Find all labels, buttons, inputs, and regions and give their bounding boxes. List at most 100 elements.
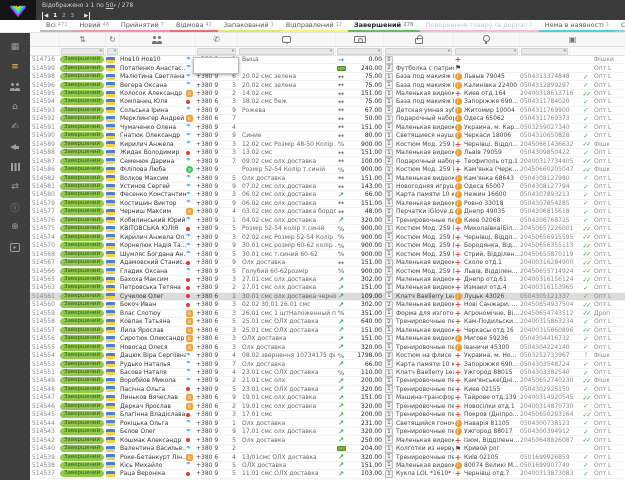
table-row[interactable]: 514537 Завершений Раца Вероніка +380 9 5… [30,470,625,478]
globe-nav[interactable]: ⊕ [6,219,24,235]
customers-nav[interactable] [6,79,24,95]
table-row[interactable]: 514539 Завершений Роке-Бетанкурт Лін... … [30,453,625,461]
table-row[interactable]: 514592 Завершений Мерклингер Андрей lc +… [30,115,625,123]
integrations-nav[interactable]: ⇄ [6,179,24,195]
table-row[interactable]: 514716 Завершений Нов10 Нов10 * +380 9 2… [30,56,625,64]
table-row[interactable]: 514591 Завершений Чумаченко Олена * +380… [30,124,625,132]
table-row[interactable]: 514544 Завершений Рокіцька Ольга * +380 … [30,419,625,427]
source-icon [186,413,190,417]
source-column-header[interactable]: ↻ [106,33,120,46]
table-row[interactable]: 514596 Завершений Вегера Оксана * +380 9… [30,81,625,89]
table-row[interactable]: 514556 Завершений Сиротюк Олександр lc +… [30,335,625,343]
table-row[interactable]: 514551 Завершений Басова Наталя * +380 9… [30,369,625,377]
table-row[interactable]: 514588 Завершений Жидак Володимир +380 9… [30,149,625,157]
paid-check-icon: ✓✓ [583,377,590,385]
table-row[interactable]: 514566 Завершений Гладик Оксана * +380 9… [30,267,625,275]
payment-filter[interactable]: ▾ [337,48,382,55]
tab-нема-в-наявності[interactable]: Нема в наявності1 [539,20,615,32]
table-row[interactable]: 514575 Завершений КВІТОВСЬКА ЮЛІЯ +380 9… [30,225,625,233]
table-row[interactable]: 514598 Завершений Малютина Светлана * +3… [30,73,625,81]
table-row[interactable]: 514577 Завершений Черниш Максим lc +380 … [30,208,625,216]
tab-новий[interactable]: Новий48 [73,20,115,32]
comment-filter[interactable]: ▾ [239,48,334,55]
table-row[interactable]: 514565 Завершений Бахоха Максим +380 9 3… [30,276,625,284]
table-row[interactable]: 514547 Завершений Линьков Вячеслав lc +3… [30,394,625,402]
table-row[interactable]: 514599 Завершений Потапенко Анастас... *… [30,64,625,72]
dashboard-nav[interactable]: ▦ [6,39,24,55]
table-row[interactable]: 514561 Завершений Сучилов Олег +380 6 1 … [30,293,625,301]
table-row[interactable]: 514570 Завершений Корнелюк Надія Та... *… [30,242,625,250]
tab-відправлений[interactable]: Відправлений12 [280,20,348,32]
tab-прийнятий[interactable]: Прийнятий7 [115,20,170,32]
table-row[interactable]: 514546 Завершений Деркач Ярослав lc +380… [30,403,625,411]
video-nav[interactable]: ▸ [6,239,24,255]
table-row[interactable]: 514582 Завершений Волков Максим * +380 9… [30,174,625,182]
source-filter[interactable]: ▾ [107,48,118,55]
days-count: 1 [226,293,238,300]
table-row[interactable]: 514553 Завершений Рудько Наталья * +380 … [30,360,625,368]
tab-самовивіз[interactable]: Самовивіз2 [615,20,625,32]
table-row[interactable]: 514574 Завершений Кирилич Анжела Ол... *… [30,234,625,242]
app-logo[interactable] [0,0,36,20]
status-filter[interactable]: ▾ [61,48,104,55]
table-row[interactable]: 514538 Завершений Кісь Михайло * +380 9 … [30,462,625,470]
tab-всі[interactable]: Всі471 [40,20,73,32]
page-button-3[interactable]: 3 [71,13,75,19]
tab-повернення-товару-(в-дорозі)[interactable]: Повернення товару (в дорозі)0 [420,20,539,32]
product-filter[interactable]: ▾ [385,48,452,55]
hand-nav[interactable]: ✍ [6,119,24,135]
bank-nav[interactable]: ⌂ [6,99,24,115]
phone-column-header[interactable]: ✆ [196,33,238,46]
table-row[interactable]: 514576 Завершений Кобилинський Юрий * +3… [30,217,625,225]
table-row[interactable]: 514586 Завершений Філіпова Люба ✆ +380 9… [30,166,625,174]
table-row[interactable]: 514580 Завершений Фесенко Константин * +… [30,191,625,199]
tab-завершений[interactable]: Завершений278 [348,20,420,32]
id-column-header[interactable] [30,33,60,46]
tab-запакований[interactable]: Запакований1 [218,20,280,32]
table-row[interactable]: 514549 Завершений Воробйов Микола * +380… [30,377,625,385]
table-row[interactable]: 514587 Завершений Семенюк Дарина * +380 … [30,157,625,165]
table-row[interactable]: 514594 Завершений Компанец Юля +380 6 3 … [30,98,625,106]
phone-filter[interactable]: ▾ [197,48,236,55]
table-row[interactable]: 514579 Завершений Костишин Виктор * +380… [30,200,625,208]
table-row[interactable]: 514559 Завершений Влас Слотюу lc +380 6 … [30,310,625,318]
ttn-column-header[interactable]: ▣ [520,33,625,46]
customer-column-header[interactable] [120,33,196,46]
quantity-badge: 1 [385,335,393,343]
table-row[interactable]: 514543 Завершений Бєлов Олег * +380 9 9 … [30,428,625,436]
status-column-header[interactable]: ⇅ [60,33,106,46]
table-row[interactable]: 514568 Завершений Шумляс Богдана Ан... *… [30,250,625,258]
delivery-column-header[interactable] [454,33,520,46]
table-row[interactable]: 514593 Завершений Сольська Ірина * +380 … [30,107,625,115]
table-row[interactable]: 514560 Завершений Бокоч Иван +380 9 3 02… [30,301,625,309]
table-row[interactable]: 514545 Завершений Благінна Владіслава +3… [30,411,625,419]
payment-column-header[interactable] [336,33,384,46]
source-icon: * [186,353,191,359]
tracking-number: 0504308127980 [520,175,580,182]
table-row[interactable]: 514590 Завершений Гнатюк Олександр * +38… [30,132,625,140]
megaphone-nav[interactable] [6,139,24,155]
table-row[interactable]: 514595 Завершений Колосок Александр lc +… [30,90,625,98]
table-row[interactable]: 514581 Завершений Устинов Сергей * +380 … [30,183,625,191]
page-button-2[interactable]: 2 [62,13,66,19]
page-button-1[interactable]: 1 [53,13,57,19]
table-row[interactable]: 514557 Завершений Лила Ярослав lc +380 6… [30,327,625,335]
table-row[interactable]: 514567 Завершений Адамовский Станис... +… [30,259,625,267]
orders-nav[interactable]: ≡ [6,59,24,75]
delivery-filter[interactable]: ▾ [455,48,518,55]
table-row[interactable]: 514542 Завершений Кошмак Александр +380 … [30,436,625,444]
open-filter-popup[interactable] [193,57,239,74]
table-row[interactable]: 514589 Завершений Кирилич Анжела * +380 … [30,141,625,149]
table-row[interactable]: 514555 Завершений Новосад Олеся lc +380 … [30,343,625,351]
info-nav[interactable]: ⓘ [6,199,24,215]
table-row[interactable]: 514554 Завершений Дацюк Віра Сергіївна *… [30,352,625,360]
product-column-header[interactable] [384,33,454,46]
tab-відмова[interactable]: Відмова42 [170,20,218,32]
table-row[interactable]: 514563 Завершений Петровська Тетяна +380… [30,284,625,292]
table-row[interactable]: 514558 Завершений Ковпак Татьяна lc +380… [30,318,625,326]
table-row[interactable]: 514548 Завершений Пасічна Ольга +380 9 5… [30,386,625,394]
stats-nav[interactable] [6,159,24,175]
table-row[interactable]: 514540 Завершений Валентина Василье... *… [30,445,625,453]
ttn-filter[interactable]: ▾ [521,48,568,55]
comment-column-header[interactable] [238,33,336,46]
